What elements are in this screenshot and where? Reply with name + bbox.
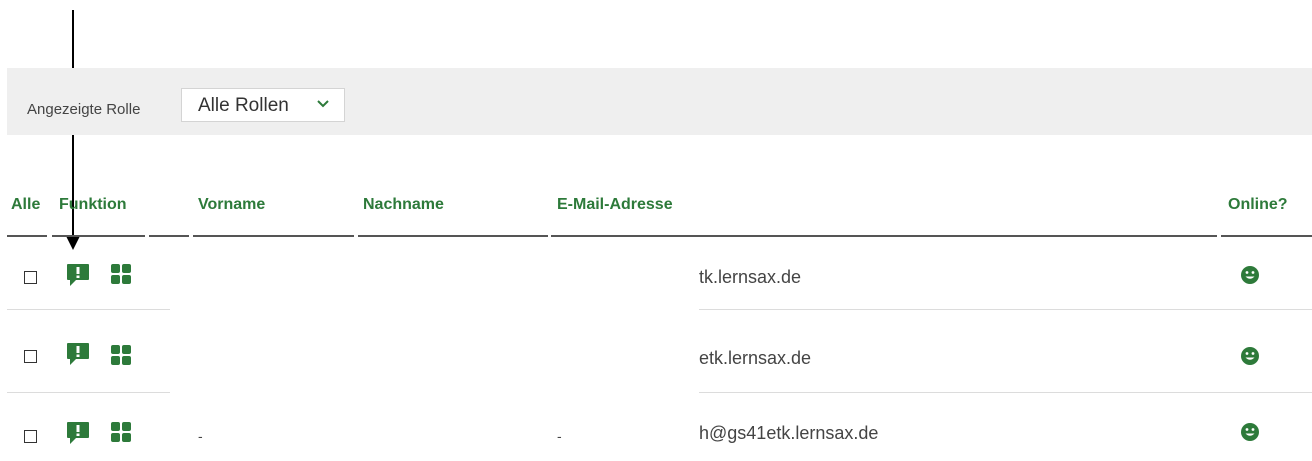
- header-email[interactable]: E-Mail-Adresse: [557, 196, 673, 214]
- message-exclamation-icon[interactable]: [65, 262, 91, 288]
- message-exclamation-icon[interactable]: [65, 341, 91, 367]
- apps-grid-icon[interactable]: [110, 344, 132, 366]
- row-divider: [7, 309, 170, 310]
- row-divider: [7, 392, 170, 393]
- apps-grid-icon[interactable]: [110, 263, 132, 285]
- header-all[interactable]: Alle: [11, 196, 40, 214]
- smiley-icon: [1241, 347, 1259, 365]
- row-firstname-fragment: -: [198, 428, 203, 444]
- header-divider: [149, 235, 189, 237]
- role-filter-label: Angezeigte Rolle: [27, 101, 141, 118]
- row-select-checkbox[interactable]: [24, 430, 37, 443]
- header-lastname[interactable]: Nachname: [363, 196, 444, 214]
- header-divider: [7, 235, 47, 237]
- header-firstname[interactable]: Vorname: [198, 196, 265, 214]
- apps-grid-icon[interactable]: [110, 421, 132, 443]
- row-email: etk.lernsax.de: [699, 348, 812, 368]
- header-divider: [193, 235, 354, 237]
- row-divider: [699, 392, 1312, 393]
- row-select-checkbox[interactable]: [24, 271, 37, 284]
- smiley-icon: [1241, 266, 1259, 284]
- header-divider: [1221, 235, 1312, 237]
- role-filter-bar: Angezeigte Rolle Alle Rollen: [7, 68, 1312, 135]
- header-divider: [551, 235, 1217, 237]
- header-divider: [358, 235, 548, 237]
- row-email: tk.lernsax.de: [699, 267, 802, 287]
- header-online[interactable]: Online?: [1228, 196, 1288, 214]
- smiley-icon: [1241, 423, 1259, 441]
- header-function: Funktion: [59, 196, 127, 213]
- row-divider: [699, 309, 1312, 310]
- message-exclamation-icon[interactable]: [65, 420, 91, 446]
- header-divider: [52, 235, 145, 237]
- role-select-value: Alle Rollen: [198, 95, 289, 116]
- row-select-checkbox[interactable]: [24, 350, 37, 363]
- chevron-down-icon: [317, 100, 329, 108]
- role-select[interactable]: Alle Rollen: [181, 88, 345, 122]
- row-lastname-fragment: -: [557, 428, 562, 444]
- row-email: h@gs41etk.lernsax.de: [699, 423, 879, 443]
